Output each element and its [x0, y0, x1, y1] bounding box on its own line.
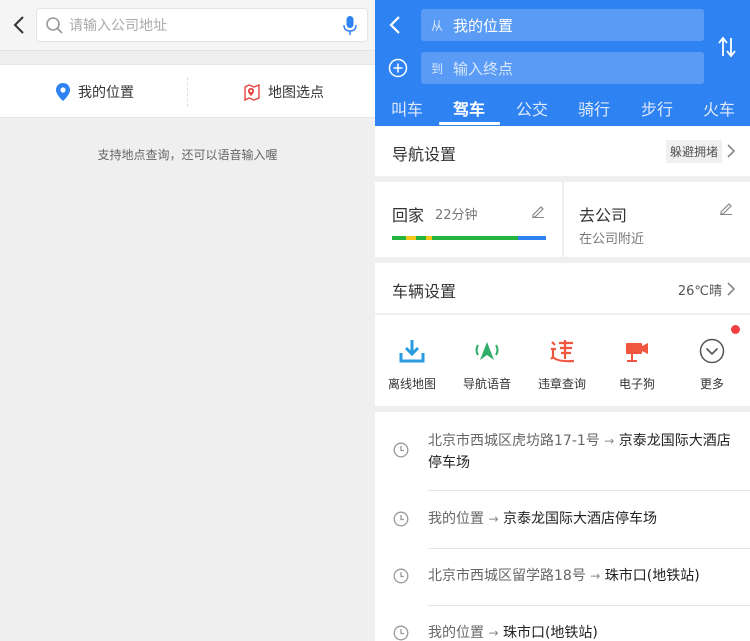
violation-query-label: 违章查询	[537, 377, 586, 391]
active-tab-indicator	[439, 122, 500, 125]
clock-icon	[393, 625, 409, 641]
speed-camera-label: 电子狗	[618, 377, 655, 391]
my-location-option[interactable]: 我的位置	[56, 65, 134, 119]
route-planning-screen: 从 我的位置 到 输入终点 叫车 驾车 公交 骑行 步行 火车 导航设置 躲避拥…	[375, 0, 750, 641]
offline-map-tool[interactable]: 离线地图	[382, 337, 442, 392]
origin-value: 我的位置	[453, 17, 514, 35]
company-address-search-screen: 我的位置 地图选点 支持地点查询，还可以语音输入喔	[0, 0, 375, 641]
go-to-work-card[interactable]: 去公司 在公司附近	[564, 182, 750, 257]
avoid-congestion-chip: 躲避拥堵	[665, 140, 722, 163]
history-item[interactable]: 我的位置 → 珠市口(地铁站)	[375, 622, 750, 641]
search-box[interactable]	[36, 8, 368, 42]
traffic-unknown-segment	[518, 236, 546, 240]
edit-icon[interactable]	[531, 204, 545, 218]
tab-walking[interactable]: 步行	[641, 96, 673, 120]
history-item[interactable]: 我的位置 → 京泰龙国际大酒店停车场	[375, 508, 750, 548]
traffic-status-bar	[392, 236, 546, 240]
history-divider	[428, 490, 750, 491]
download-icon	[399, 340, 425, 363]
clock-icon	[393, 511, 409, 527]
search-input[interactable]	[69, 14, 329, 38]
edit-icon[interactable]	[719, 201, 733, 215]
history-destination: 珠市口(地铁站)	[502, 625, 598, 641]
search-header	[0, 0, 375, 51]
map-pick-icon	[244, 83, 260, 101]
arrow-icon: →	[488, 626, 499, 640]
back-icon[interactable]	[10, 13, 30, 37]
clock-icon	[393, 442, 409, 458]
chevron-right-icon	[727, 144, 736, 158]
go-home-title: 回家	[392, 206, 425, 225]
history-text: 我的位置 → 京泰龙国际大酒店停车场	[428, 508, 738, 530]
history-text: 我的位置 → 珠市口(地铁站)	[428, 622, 738, 641]
chevron-right-icon	[727, 282, 736, 296]
tools-grid: 离线地图 导航语音 违章查询 电子狗 更多	[375, 314, 750, 406]
transport-mode-tabs: 叫车 驾车 公交 骑行 步行 火车	[375, 92, 750, 126]
route-header: 从 我的位置 到 输入终点 叫车 驾车 公交 骑行 步行 火车	[375, 0, 750, 126]
tab-drive[interactable]: 驾车	[453, 96, 485, 120]
traffic-slow-segment	[406, 236, 416, 240]
history-origin: 北京市西城区留学路18号	[428, 568, 586, 584]
history-text: 北京市西城区虎坊路17-1号 → 京泰龙国际大酒店停车场	[428, 430, 738, 474]
go-to-work-title: 去公司	[579, 206, 628, 225]
route-history-list: 北京市西城区虎坊路17-1号 → 京泰龙国际大酒店停车场 我的位置 → 京泰龙国…	[375, 412, 750, 641]
nav-voice-label: 导航语音	[462, 377, 511, 391]
weather-label: 26℃晴	[677, 284, 722, 299]
history-divider	[428, 548, 750, 549]
vehicle-settings-title: 车辆设置	[392, 282, 457, 301]
voice-nav-icon	[475, 342, 499, 360]
notification-badge	[731, 325, 740, 334]
destination-placeholder: 输入终点	[453, 60, 514, 78]
speed-camera-tool[interactable]: 电子狗	[607, 337, 667, 392]
arrow-icon: →	[604, 434, 615, 448]
go-home-time: 22分钟	[435, 208, 478, 223]
history-origin: 北京市西城区虎坊路17-1号	[428, 433, 600, 449]
microphone-icon[interactable]	[343, 15, 357, 37]
nav-voice-tool[interactable]: 导航语音	[457, 337, 517, 392]
violation-query-tool[interactable]: 违章查询	[532, 337, 592, 392]
go-home-card[interactable]: 回家 22分钟	[375, 182, 562, 257]
add-waypoint-icon[interactable]	[388, 58, 408, 78]
history-item[interactable]: 北京市西城区虎坊路17-1号 → 京泰龙国际大酒店停车场	[375, 430, 750, 490]
history-destination: 珠市口(地铁站)	[604, 568, 700, 584]
arrow-icon: →	[590, 569, 601, 583]
vehicle-settings-row[interactable]: 车辆设置 26℃晴	[375, 263, 750, 313]
back-icon[interactable]	[387, 13, 405, 37]
my-location-label: 我的位置	[78, 85, 134, 101]
tab-train[interactable]: 火车	[703, 96, 735, 120]
location-pin-icon	[56, 83, 70, 101]
camera-icon	[626, 343, 648, 362]
history-origin: 我的位置	[428, 511, 484, 527]
clock-icon	[393, 568, 409, 584]
chevron-circle-icon	[699, 338, 725, 364]
map-pick-label: 地图选点	[268, 85, 324, 101]
history-origin: 我的位置	[428, 625, 484, 641]
history-divider	[428, 605, 750, 606]
history-item[interactable]: 北京市西城区留学路18号 → 珠市口(地铁站)	[375, 565, 750, 605]
history-text: 北京市西城区留学路18号 → 珠市口(地铁站)	[428, 565, 738, 587]
swap-icon[interactable]	[718, 36, 736, 58]
origin-prefix: 从	[431, 19, 444, 33]
map-pick-option[interactable]: 地图选点	[244, 65, 324, 119]
destination-prefix: 到	[431, 62, 444, 76]
destination-field[interactable]: 到 输入终点	[421, 52, 704, 84]
violation-icon	[550, 340, 575, 363]
go-to-work-subtitle: 在公司附近	[579, 232, 645, 247]
search-hint: 支持地点查询，还可以语音输入喔	[97, 148, 278, 162]
options-divider	[187, 77, 188, 107]
traffic-slow-segment	[426, 236, 432, 240]
location-options: 我的位置 地图选点	[0, 64, 375, 118]
navigation-settings-row[interactable]: 导航设置 躲避拥堵	[375, 126, 750, 176]
more-tool[interactable]: 更多	[682, 337, 742, 392]
offline-map-label: 离线地图	[387, 377, 436, 391]
arrow-icon: →	[488, 512, 499, 526]
origin-field[interactable]: 从 我的位置	[421, 9, 704, 41]
search-icon	[46, 17, 63, 34]
tab-cycling[interactable]: 骑行	[578, 96, 610, 120]
tab-taxi[interactable]: 叫车	[391, 96, 423, 120]
navigation-settings-title: 导航设置	[392, 145, 457, 164]
tab-transit[interactable]: 公交	[516, 96, 548, 120]
history-destination: 京泰龙国际大酒店停车场	[502, 511, 657, 527]
more-label: 更多	[699, 377, 724, 391]
